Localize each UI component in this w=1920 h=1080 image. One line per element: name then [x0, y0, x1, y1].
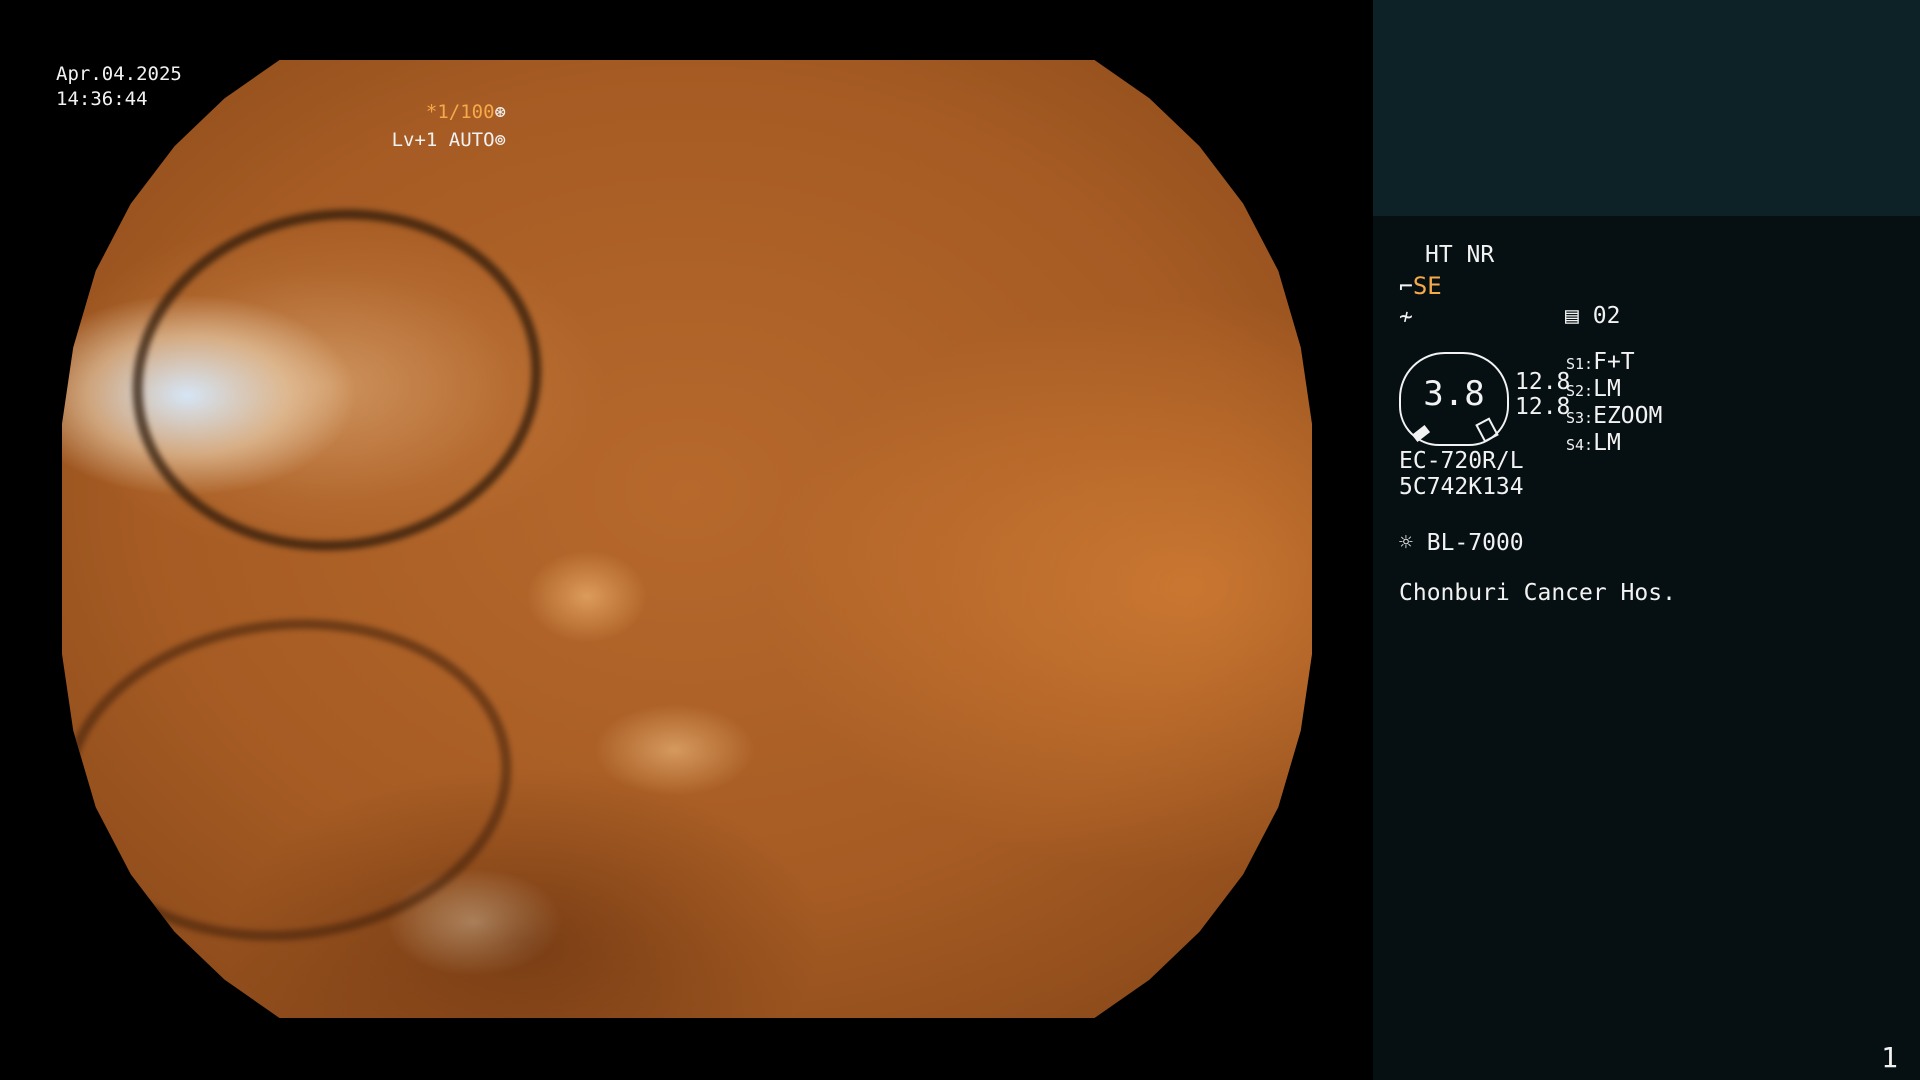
light-source: ☼ BL-7000: [1399, 530, 1524, 556]
endoscopic-image: [62, 60, 1312, 1018]
shutter-text: *1/100: [425, 101, 495, 123]
structure-enhance-indicator: ⌐SE: [1399, 272, 1442, 300]
memory-indicator: ▤ 02: [1565, 303, 1620, 329]
modifier-icon: ≁: [1399, 304, 1413, 330]
aperture-icon: ⊛: [494, 101, 506, 123]
info-panel-header: [1373, 0, 1920, 216]
gauge-value-1: 12.8: [1515, 369, 1571, 395]
datetime-readout: Apr.04.2025 14:36:44: [56, 62, 182, 112]
scope-serial: 5C742K134: [1399, 474, 1524, 500]
memory-value: 02: [1592, 303, 1621, 329]
scope-switches: S1:F+T S2:LM S3:EZOOM S4:LM: [1566, 350, 1662, 458]
date-text: Apr.04.2025: [56, 63, 182, 85]
hospital-name: Chonburi Cancer Hos.: [1399, 580, 1676, 606]
se-label: SE: [1412, 272, 1442, 300]
structure-enhance-icon: ⌐: [1399, 274, 1413, 300]
switch-item: S1:F+T: [1566, 349, 1635, 375]
endoscope-viewport: Apr.04.2025 14:36:44 *1/100⊛ Lv+1 AUTO⊚: [0, 0, 1372, 1080]
info-panel: HT NR ⌐SE ≁ ▤ 02 3.8 12.8 12.8 S1:F+T S2…: [1373, 216, 1920, 1080]
page-number: 1: [1881, 1041, 1898, 1074]
gauge-value-2: 12.8: [1515, 394, 1571, 420]
time-text: 14:36:44: [56, 88, 148, 110]
gauge-marker-left: [1411, 425, 1431, 442]
gauge-marker-right: [1475, 417, 1499, 443]
switch-item: S4:LM: [1566, 430, 1621, 456]
bubble-ring: [62, 597, 528, 963]
iris-icon: ⊚: [494, 129, 506, 151]
bubble-ring: [110, 183, 564, 577]
switch-item: S2:LM: [1566, 376, 1621, 402]
gauge-values: 12.8 12.8: [1515, 370, 1570, 420]
ht-nr-indicator: HT NR: [1425, 242, 1495, 268]
gauge-value: 3.8: [1423, 374, 1485, 414]
exposure-readout: *1/100⊛ Lv+1 AUTO⊚: [392, 98, 506, 154]
zoom-gauge: 3.8: [1399, 352, 1509, 446]
level-text: Lv+1 AUTO: [391, 129, 495, 151]
light-source-icon: ☼: [1399, 530, 1413, 556]
memory-icon: ▤: [1565, 303, 1579, 329]
scope-model: EC-720R/L: [1399, 448, 1524, 474]
light-source-text: BL-7000: [1426, 530, 1524, 556]
switch-item: S3:EZOOM: [1566, 403, 1663, 429]
